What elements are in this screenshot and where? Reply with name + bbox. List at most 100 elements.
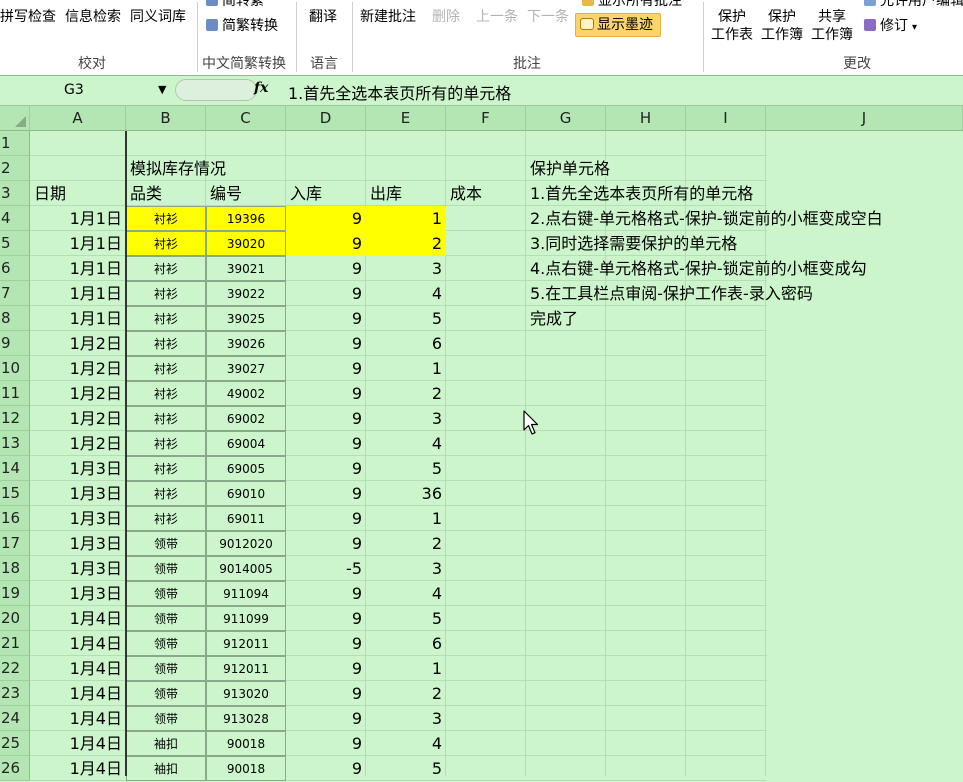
cell-f[interactable] xyxy=(446,656,526,681)
row-header[interactable]: 3 xyxy=(0,181,30,206)
translate-button[interactable]: 翻译 xyxy=(309,8,337,26)
cell-d[interactable]: 9 xyxy=(286,756,366,781)
cell-d[interactable]: 9 xyxy=(286,606,366,631)
cell-a[interactable]: 1月3日 xyxy=(30,456,126,481)
cell-c[interactable]: 39025 xyxy=(206,306,286,331)
cell-e[interactable]: 3 xyxy=(366,556,446,581)
new-comment-button[interactable]: 新建批注 xyxy=(360,8,416,26)
thesaurus-button[interactable]: 同义词库 xyxy=(130,8,186,26)
row-header[interactable]: 19 xyxy=(0,581,30,606)
row-header[interactable]: 10 xyxy=(0,356,30,381)
cell-d[interactable]: 9 xyxy=(286,256,366,281)
cell-a[interactable]: 1月4日 xyxy=(30,631,126,656)
cell-c[interactable]: 69011 xyxy=(206,506,286,531)
cell-a[interactable]: 1月1日 xyxy=(30,231,126,256)
cell-g[interactable] xyxy=(526,431,946,456)
cell-a[interactable]: 1月1日 xyxy=(30,281,126,306)
row-header[interactable]: 14 xyxy=(0,456,30,481)
row-header[interactable]: 5 xyxy=(0,231,30,256)
cell-b[interactable]: 衬衫 xyxy=(126,331,206,356)
row-header[interactable]: 21 xyxy=(0,631,30,656)
cell-e[interactable]: 2 xyxy=(366,231,446,256)
cell-c[interactable]: 39020 xyxy=(206,231,286,256)
cell-g[interactable]: 4.点右键-单元格格式-保护-锁定前的小框变成勾 xyxy=(526,256,946,281)
next-comment-button[interactable]: 下一条 xyxy=(527,8,569,26)
cell-g[interactable] xyxy=(526,756,946,781)
cell-d[interactable]: 9 xyxy=(286,681,366,706)
cell-f[interactable] xyxy=(446,531,526,556)
cell-d[interactable]: 9 xyxy=(286,381,366,406)
cell-b[interactable]: 领带 xyxy=(126,556,206,581)
allow-edit-button[interactable]: 允许用户编辑 xyxy=(864,0,963,10)
cell-a[interactable]: 1月2日 xyxy=(30,331,126,356)
cell-e[interactable]: 3 xyxy=(366,406,446,431)
cell-f[interactable] xyxy=(446,156,526,181)
cell-f[interactable] xyxy=(446,331,526,356)
cell-a[interactable]: 1月4日 xyxy=(30,656,126,681)
cell-b[interactable]: 领带 xyxy=(126,631,206,656)
cell-a[interactable]: 1月2日 xyxy=(30,356,126,381)
column-header-b[interactable]: B xyxy=(126,106,206,131)
cell-f[interactable] xyxy=(446,506,526,531)
insert-function-icon[interactable]: fx xyxy=(254,80,268,96)
cell-a[interactable]: 1月4日 xyxy=(30,756,126,781)
cell-g[interactable] xyxy=(526,356,946,381)
cell-a[interactable]: 1月3日 xyxy=(30,506,126,531)
cell-e[interactable]: 5 xyxy=(366,306,446,331)
cell-a[interactable]: 日期 xyxy=(30,181,126,206)
column-header-a[interactable]: A xyxy=(30,106,126,131)
cell-g[interactable]: 2.点右键-单元格格式-保护-锁定前的小框变成空白 xyxy=(526,206,946,231)
cell-a[interactable]: 1月4日 xyxy=(30,606,126,631)
cell-c[interactable] xyxy=(206,156,286,181)
cell-a[interactable]: 1月1日 xyxy=(30,256,126,281)
row-header[interactable]: 20 xyxy=(0,606,30,631)
cell-b[interactable]: 衬衫 xyxy=(126,406,206,431)
cell-g[interactable] xyxy=(526,456,946,481)
row-header[interactable]: 7 xyxy=(0,281,30,306)
cell-b[interactable]: 衬衫 xyxy=(126,456,206,481)
select-all-corner[interactable] xyxy=(0,106,30,131)
row-header[interactable]: 22 xyxy=(0,656,30,681)
cell-e[interactable]: 2 xyxy=(366,381,446,406)
cell-f[interactable] xyxy=(446,731,526,756)
cell-f[interactable] xyxy=(446,481,526,506)
cell-f[interactable] xyxy=(446,131,526,156)
column-header-j[interactable]: J xyxy=(766,106,963,131)
row-header[interactable]: 2 xyxy=(0,156,30,181)
cell-d[interactable]: 9 xyxy=(286,581,366,606)
cell-g[interactable]: 5.在工具栏点审阅-保护工作表-录入密码 xyxy=(526,281,946,306)
cell-c[interactable]: 911099 xyxy=(206,606,286,631)
cell-g[interactable]: 完成了 xyxy=(526,306,946,331)
cell-b[interactable]: 模拟库存情况 xyxy=(126,156,226,181)
cell-b[interactable]: 领带 xyxy=(126,606,206,631)
row-header[interactable]: 26 xyxy=(0,756,30,781)
cell-a[interactable]: 1月2日 xyxy=(30,381,126,406)
cell-d[interactable]: 9 xyxy=(286,281,366,306)
cell-a[interactable]: 1月2日 xyxy=(30,406,126,431)
cell-c[interactable]: 912011 xyxy=(206,656,286,681)
cell-g[interactable] xyxy=(526,706,946,731)
column-header-d[interactable]: D xyxy=(286,106,366,131)
cell-d[interactable]: 9 xyxy=(286,731,366,756)
cell-g[interactable]: 保护单元格 xyxy=(526,156,946,181)
show-ink-button[interactable]: 显示墨迹 xyxy=(575,13,661,37)
cell-b[interactable] xyxy=(126,131,206,156)
cell-f[interactable] xyxy=(446,706,526,731)
row-header[interactable]: 11 xyxy=(0,381,30,406)
cell-d[interactable]: 9 xyxy=(286,406,366,431)
cell-a[interactable] xyxy=(30,156,126,181)
cell-d[interactable]: 9 xyxy=(286,706,366,731)
cell-g[interactable] xyxy=(526,506,946,531)
cell-a[interactable]: 1月3日 xyxy=(30,531,126,556)
cell-f[interactable] xyxy=(446,631,526,656)
cell-e[interactable]: 1 xyxy=(366,656,446,681)
column-header-c[interactable]: C xyxy=(206,106,286,131)
cell-f[interactable] xyxy=(446,431,526,456)
cell-d[interactable] xyxy=(286,156,366,181)
row-header[interactable]: 15 xyxy=(0,481,30,506)
cell-d[interactable]: 入库 xyxy=(286,181,366,206)
cell-f[interactable] xyxy=(446,381,526,406)
cell-b[interactable]: 品类 xyxy=(126,181,206,206)
row-header[interactable]: 4 xyxy=(0,206,30,231)
cell-d[interactable]: 9 xyxy=(286,306,366,331)
